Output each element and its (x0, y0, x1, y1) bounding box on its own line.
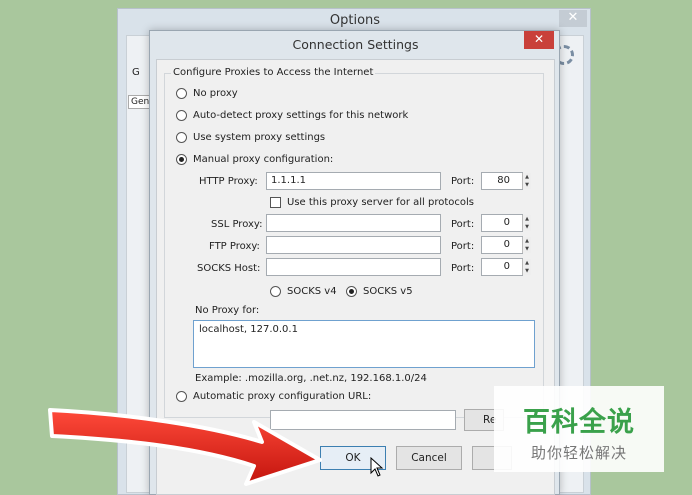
radio-socks-v5-label: SOCKS v5 (363, 286, 413, 297)
ftp-proxy-label: FTP Proxy: (209, 241, 260, 252)
radio-no-proxy-label: No proxy (193, 88, 238, 99)
no-proxy-for-textarea[interactable]: localhost, 127.0.0.1 (193, 320, 535, 368)
mouse-cursor-icon (370, 457, 384, 477)
watermark-logo: 百科全说 助你轻松解决 (494, 386, 664, 472)
radio-manual-label: Manual proxy configuration: (193, 154, 334, 165)
no-proxy-for-label: No Proxy for: (195, 305, 260, 316)
watermark-main-text: 百科全说 (523, 407, 635, 438)
socks-port-spinner[interactable]: ▲ ▼ (522, 259, 531, 275)
radio-auto-detect[interactable] (176, 110, 187, 121)
options-close-icon[interactable]: ✕ (559, 10, 587, 27)
ftp-proxy-input[interactable] (266, 236, 441, 254)
http-proxy-input[interactable]: 1.1.1.1 (266, 172, 441, 190)
watermark-sub-text: 助你轻松解决 (530, 444, 627, 462)
http-port-spinner[interactable]: ▲ ▼ (522, 173, 531, 189)
use-same-proxy-label: Use this proxy server for all protocols (287, 197, 474, 208)
radio-socks-v4[interactable] (270, 286, 281, 297)
radio-system-label: Use system proxy settings (193, 132, 326, 143)
radio-auto-detect-label: Auto-detect proxy settings for this netw… (193, 110, 409, 121)
cancel-button[interactable]: Cancel (396, 446, 462, 470)
red-arrow-icon (48, 408, 322, 486)
dialog-title: Connection Settings (292, 37, 419, 52)
use-same-proxy-checkbox[interactable] (270, 197, 281, 208)
ssl-port-input[interactable]: 0 (481, 214, 523, 232)
socks-port-input[interactable]: 0 (481, 258, 523, 276)
ftp-port-spinner[interactable]: ▲ ▼ (522, 237, 531, 253)
options-tab-general[interactable]: G (132, 67, 140, 78)
radio-manual[interactable] (176, 154, 187, 165)
radio-system[interactable] (176, 132, 187, 143)
ssl-proxy-input[interactable] (266, 214, 441, 232)
http-proxy-label: HTTP Proxy: (199, 176, 258, 187)
ssl-port-label: Port: (451, 219, 475, 230)
socks-host-input[interactable] (266, 258, 441, 276)
close-icon[interactable]: ✕ (524, 31, 554, 49)
ftp-port-input[interactable]: 0 (481, 236, 523, 254)
socks-host-label: SOCKS Host: (197, 263, 261, 274)
http-port-input[interactable]: 80 (481, 172, 523, 190)
ftp-port-label: Port: (451, 241, 475, 252)
radio-no-proxy[interactable] (176, 88, 187, 99)
socks-port-label: Port: (451, 263, 475, 274)
radio-socks-v4-label: SOCKS v4 (287, 286, 337, 297)
ssl-proxy-label: SSL Proxy: (211, 219, 263, 230)
ssl-port-spinner[interactable]: ▲ ▼ (522, 215, 531, 231)
group-label: Configure Proxies to Access the Internet (171, 67, 376, 78)
radio-socks-v5[interactable] (346, 286, 357, 297)
http-port-label: Port: (451, 176, 475, 187)
no-proxy-example: Example: .mozilla.org, .net.nz, 192.168.… (195, 373, 427, 384)
options-window-title: Options (329, 13, 381, 28)
